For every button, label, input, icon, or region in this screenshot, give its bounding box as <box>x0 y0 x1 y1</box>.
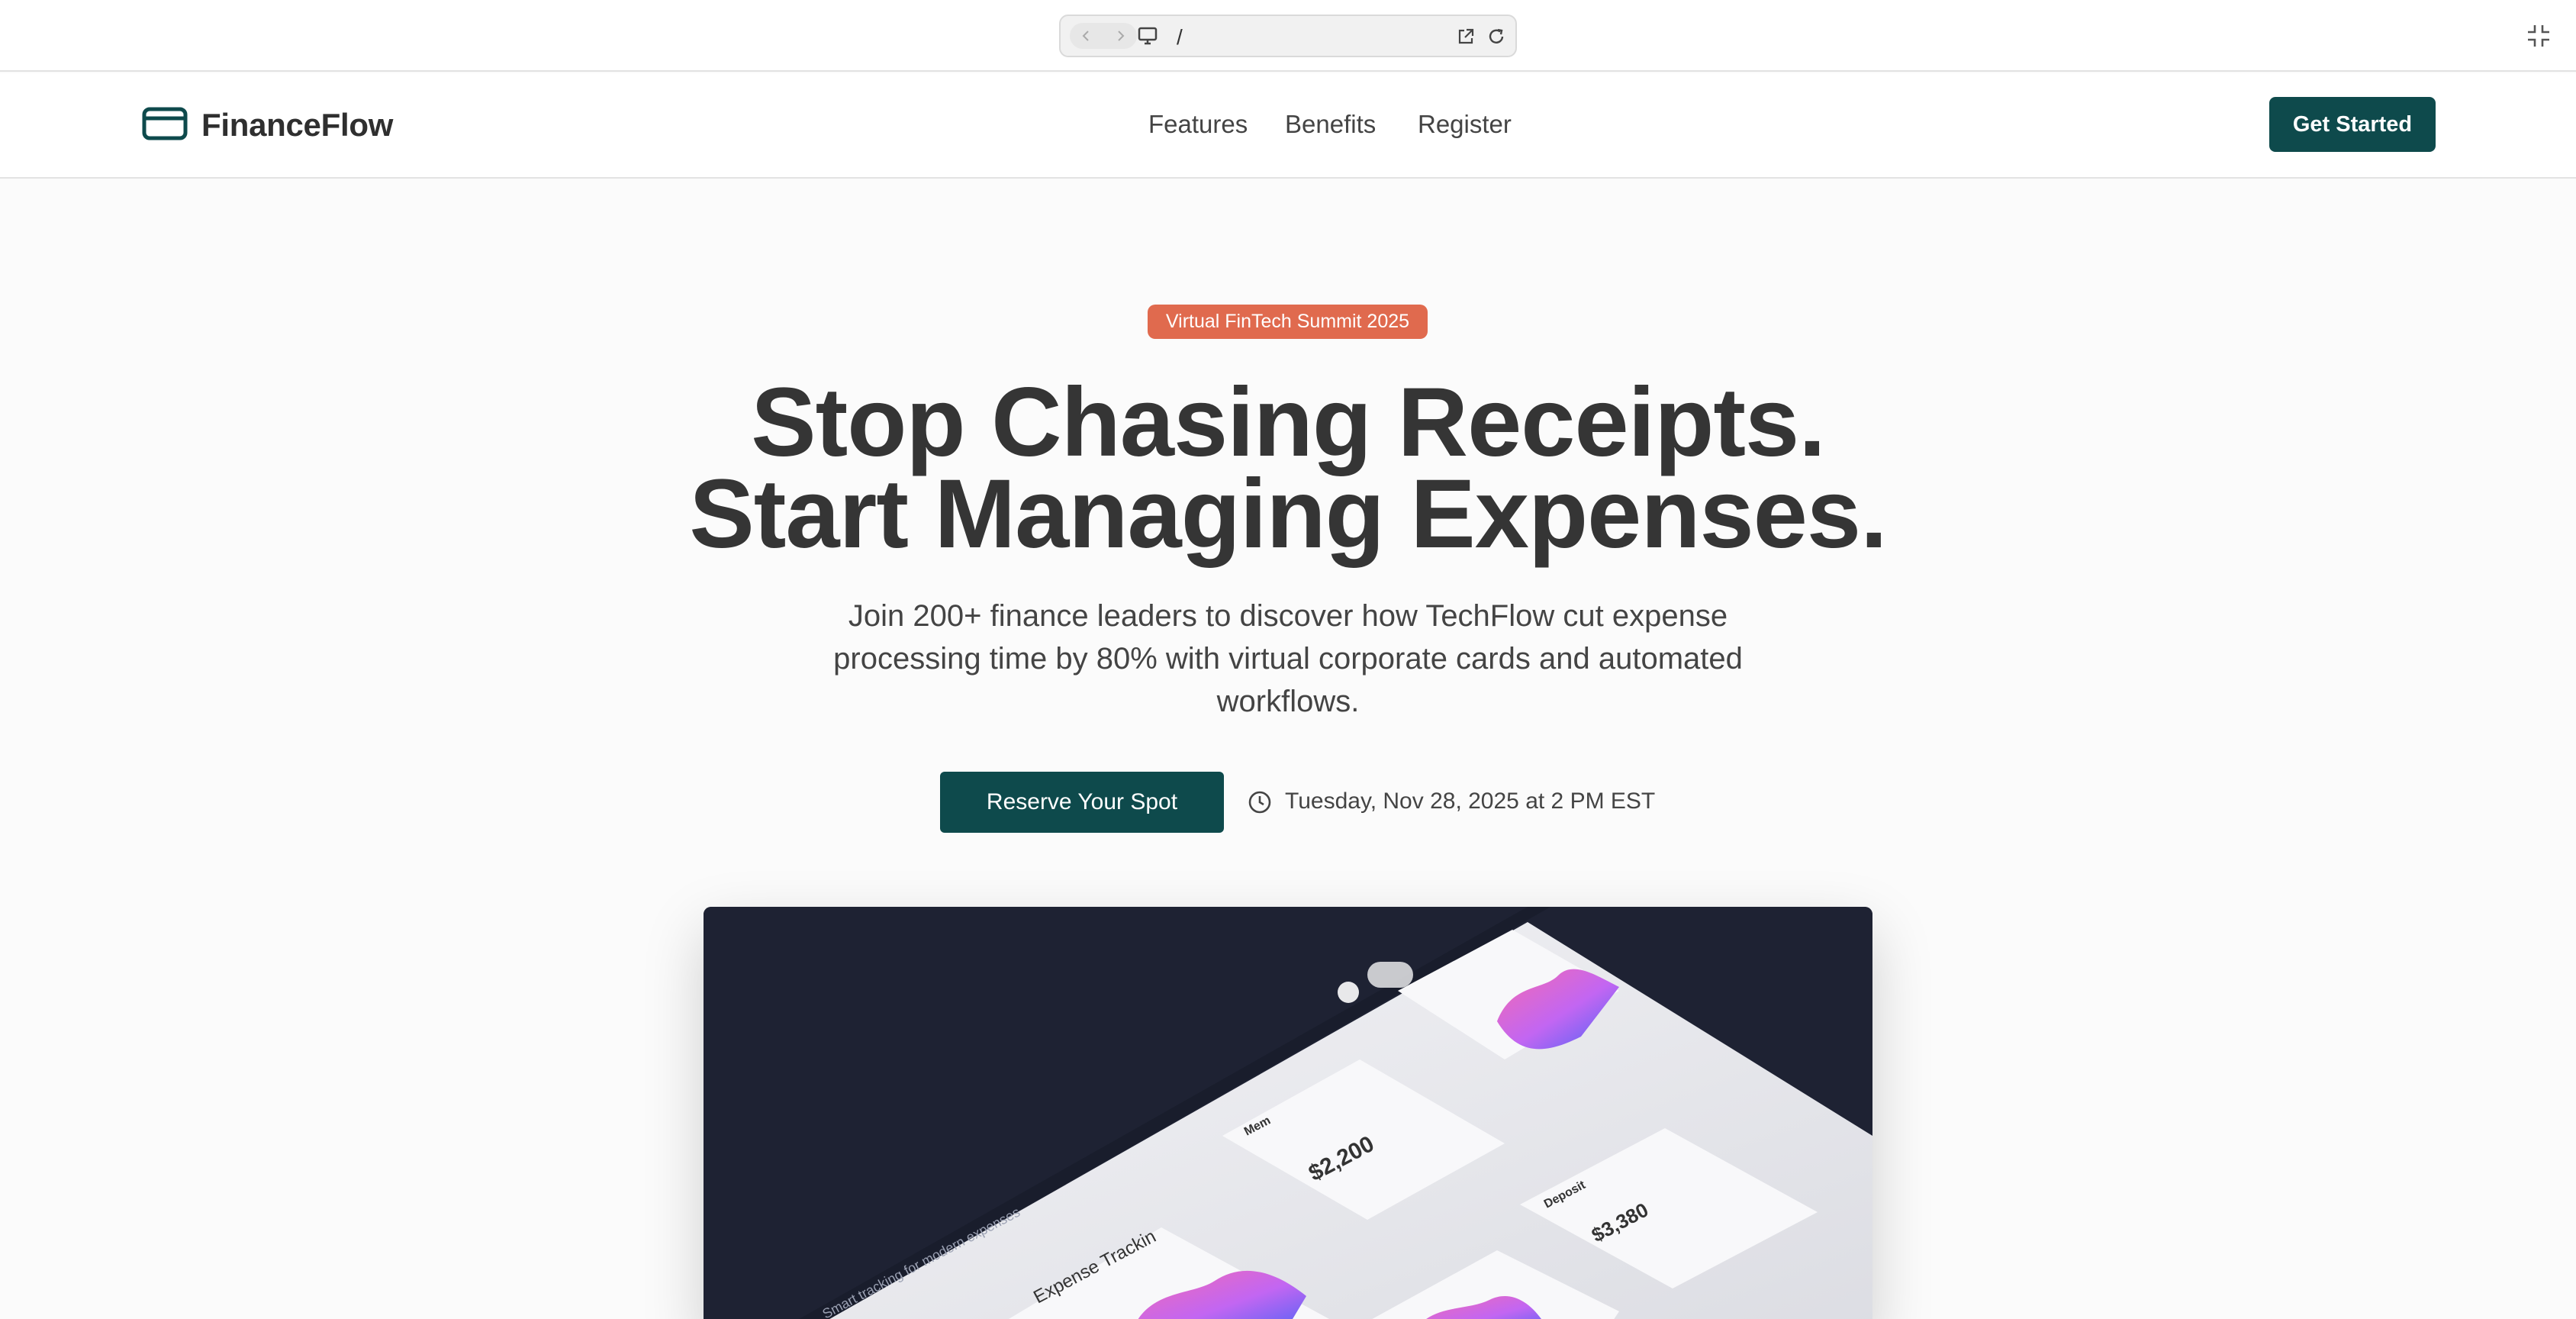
nav-benefits[interactable]: Benefits <box>1285 110 1376 139</box>
reserve-spot-button[interactable]: Reserve Your Spot <box>940 772 1224 833</box>
browser-toolbar: / <box>0 0 2576 72</box>
hero-subtext: Join 200+ finance leaders to discover ho… <box>833 599 1743 718</box>
hero-headline-line2: Start Managing Expenses. <box>689 460 1887 569</box>
site-header: FinanceFlow Features Benefits Register G… <box>0 73 2576 179</box>
event-badge: Virtual FinTech Summit 2025 <box>1148 305 1428 339</box>
url-text[interactable]: / <box>1177 25 1183 50</box>
open-external-icon[interactable] <box>1456 27 1476 50</box>
history-nav <box>1070 23 1137 49</box>
forward-icon[interactable] <box>1103 23 1137 49</box>
clock-icon <box>1247 789 1273 819</box>
app-root: / FinanceFlow Features Benefits Register… <box>0 0 2576 1319</box>
monitor-icon <box>1137 25 1158 50</box>
credit-card-icon <box>142 107 188 144</box>
avatar-icon <box>1338 982 1359 1003</box>
hero-headline-line1: Stop Chasing Receipts. <box>751 368 1826 477</box>
address-bar[interactable]: / <box>1059 15 1517 57</box>
toggle-pill <box>1367 962 1413 988</box>
nav-features[interactable]: Features <box>1148 110 1248 139</box>
dashboard-preview-image: $2,200 Mem $3,380 Deposit Expense Tracki… <box>704 907 1872 1319</box>
collapse-icon[interactable] <box>2526 23 2552 53</box>
event-date: Tuesday, Nov 28, 2025 at 2 PM EST <box>1285 788 1656 814</box>
back-icon[interactable] <box>1070 23 1103 49</box>
get-started-button[interactable]: Get Started <box>2269 97 2436 152</box>
reload-icon[interactable] <box>1486 27 1506 50</box>
brand-name[interactable]: FinanceFlow <box>201 107 393 144</box>
nav-register[interactable]: Register <box>1418 110 1512 139</box>
